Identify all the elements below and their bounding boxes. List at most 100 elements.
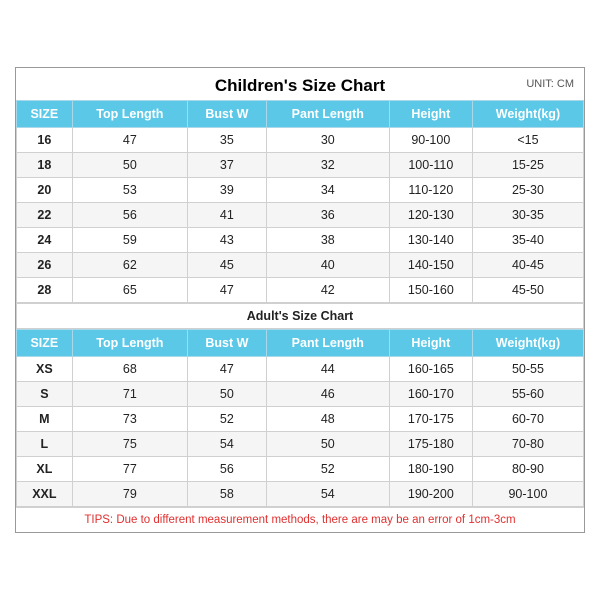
table-cell: 73 [72, 407, 187, 432]
table-cell: 52 [266, 457, 389, 482]
table-row: XL775652180-19080-90 [17, 457, 584, 482]
table-cell: 140-150 [389, 253, 472, 278]
children-table: SIZE Top Length Bust W Pant Length Heigh… [16, 100, 584, 303]
table-cell: 130-140 [389, 228, 472, 253]
table-row: 20533934110-12025-30 [17, 178, 584, 203]
table-cell: 55-60 [472, 382, 583, 407]
table-cell: 30-35 [472, 203, 583, 228]
table-cell: 41 [187, 203, 266, 228]
table-cell: 70-80 [472, 432, 583, 457]
table-cell: 47 [187, 278, 266, 303]
table-row: 26624540140-15040-45 [17, 253, 584, 278]
table-cell: 40-45 [472, 253, 583, 278]
table-cell: 37 [187, 153, 266, 178]
children-header-row: SIZE Top Length Bust W Pant Length Heigh… [17, 101, 584, 128]
adult-col-weight: Weight(kg) [472, 330, 583, 357]
table-cell: 56 [187, 457, 266, 482]
table-cell: 100-110 [389, 153, 472, 178]
table-cell: XL [17, 457, 73, 482]
table-cell: 59 [72, 228, 187, 253]
table-cell: 65 [72, 278, 187, 303]
table-cell: S [17, 382, 73, 407]
table-row: S715046160-17055-60 [17, 382, 584, 407]
table-cell: 45 [187, 253, 266, 278]
table-cell: 25-30 [472, 178, 583, 203]
tips-text: TIPS: Due to different measurement metho… [16, 507, 584, 532]
table-cell: 190-200 [389, 482, 472, 507]
table-row: 22564136120-13030-35 [17, 203, 584, 228]
table-cell: 170-175 [389, 407, 472, 432]
table-cell: 71 [72, 382, 187, 407]
table-row: 1647353090-100<15 [17, 128, 584, 153]
children-col-height: Height [389, 101, 472, 128]
table-cell: XXL [17, 482, 73, 507]
table-cell: 42 [266, 278, 389, 303]
table-cell: 35-40 [472, 228, 583, 253]
table-cell: 79 [72, 482, 187, 507]
table-cell: 40 [266, 253, 389, 278]
children-chart-title: Children's Size Chart [215, 76, 385, 96]
table-cell: 50 [72, 153, 187, 178]
table-cell: 36 [266, 203, 389, 228]
table-cell: 43 [187, 228, 266, 253]
adult-section-title-table: Adult's Size Chart [16, 303, 584, 329]
adult-table: SIZE Top Length Bust W Pant Length Heigh… [16, 329, 584, 507]
table-cell: 62 [72, 253, 187, 278]
table-cell: 150-160 [389, 278, 472, 303]
table-cell: 24 [17, 228, 73, 253]
table-cell: 68 [72, 357, 187, 382]
table-cell: 15-25 [472, 153, 583, 178]
table-cell: 44 [266, 357, 389, 382]
table-cell: 47 [72, 128, 187, 153]
table-cell: 30 [266, 128, 389, 153]
table-cell: 47 [187, 357, 266, 382]
children-title-row: Children's Size Chart UNIT: CM [16, 68, 584, 100]
table-cell: 180-190 [389, 457, 472, 482]
table-cell: 50-55 [472, 357, 583, 382]
adult-col-bust-w: Bust W [187, 330, 266, 357]
table-cell: 28 [17, 278, 73, 303]
table-cell: 175-180 [389, 432, 472, 457]
table-cell: 90-100 [472, 482, 583, 507]
table-cell: 58 [187, 482, 266, 507]
table-row: 24594338130-14035-40 [17, 228, 584, 253]
adult-header-row: SIZE Top Length Bust W Pant Length Heigh… [17, 330, 584, 357]
table-cell: 38 [266, 228, 389, 253]
table-cell: 35 [187, 128, 266, 153]
table-cell: 120-130 [389, 203, 472, 228]
size-chart-container: Children's Size Chart UNIT: CM SIZE Top … [15, 67, 585, 533]
table-cell: 53 [72, 178, 187, 203]
adult-chart-title: Adult's Size Chart [17, 304, 584, 329]
table-cell: 75 [72, 432, 187, 457]
table-cell: 16 [17, 128, 73, 153]
table-cell: 48 [266, 407, 389, 432]
table-cell: XS [17, 357, 73, 382]
table-cell: 34 [266, 178, 389, 203]
adult-col-size: SIZE [17, 330, 73, 357]
children-col-top-length: Top Length [72, 101, 187, 128]
children-col-size: SIZE [17, 101, 73, 128]
table-cell: 54 [187, 432, 266, 457]
adult-col-pant-length: Pant Length [266, 330, 389, 357]
table-cell: 54 [266, 482, 389, 507]
table-cell: 160-170 [389, 382, 472, 407]
table-row: 18503732100-11015-25 [17, 153, 584, 178]
unit-label: UNIT: CM [526, 78, 574, 90]
adult-col-top-length: Top Length [72, 330, 187, 357]
table-row: L755450175-18070-80 [17, 432, 584, 457]
adult-title-row: Adult's Size Chart [17, 304, 584, 329]
table-cell: 50 [187, 382, 266, 407]
table-cell: <15 [472, 128, 583, 153]
table-cell: L [17, 432, 73, 457]
table-cell: 45-50 [472, 278, 583, 303]
table-row: XXL795854190-20090-100 [17, 482, 584, 507]
table-cell: 39 [187, 178, 266, 203]
table-cell: 20 [17, 178, 73, 203]
table-cell: 50 [266, 432, 389, 457]
table-row: M735248170-17560-70 [17, 407, 584, 432]
children-col-bust-w: Bust W [187, 101, 266, 128]
table-cell: 160-165 [389, 357, 472, 382]
table-cell: 26 [17, 253, 73, 278]
table-cell: 77 [72, 457, 187, 482]
table-cell: 60-70 [472, 407, 583, 432]
